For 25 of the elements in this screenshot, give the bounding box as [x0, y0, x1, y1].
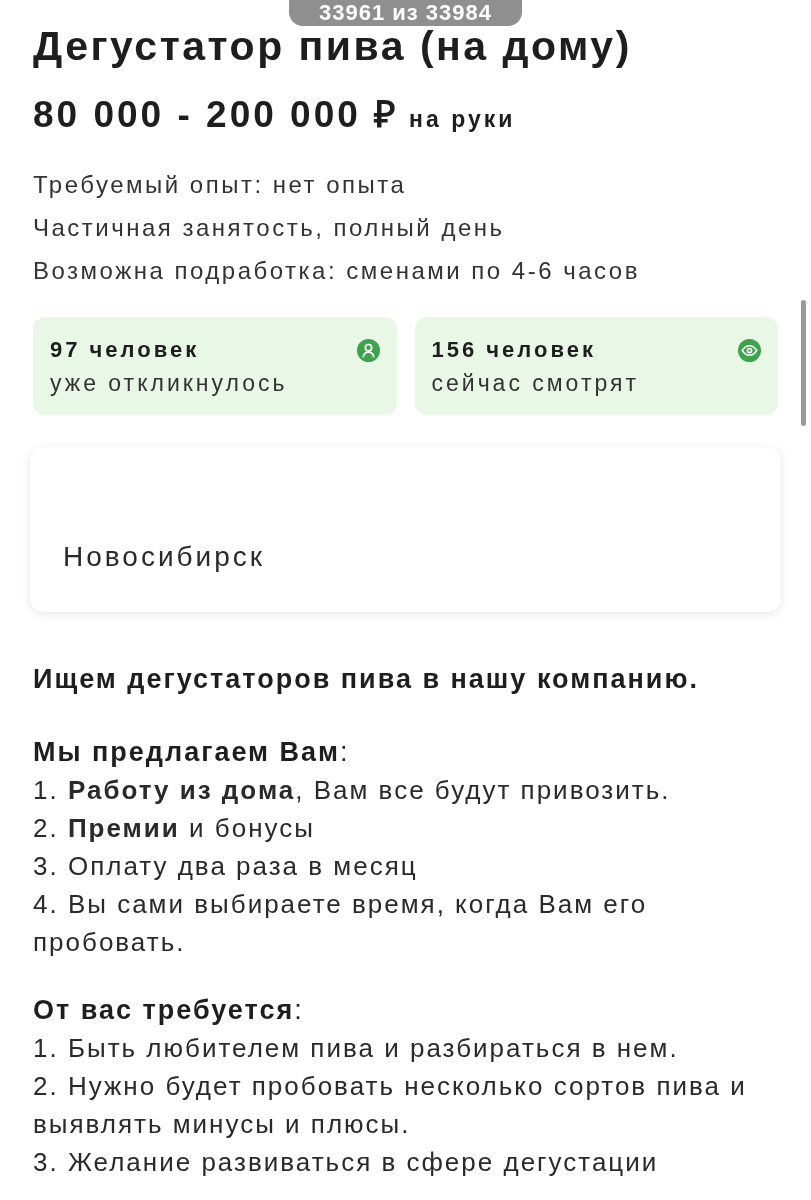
- salary-range: 80 000 - 200 000 ₽: [33, 95, 400, 135]
- salary-note: на руки: [409, 105, 516, 134]
- detail-text: Требуемый опыт: нет опыта: [33, 169, 407, 200]
- scrollbar-thumb[interactable]: [801, 300, 806, 426]
- list-item-text: 4. Вы сами выбираете время, когда Вам его пробовать.: [33, 887, 649, 959]
- section-heading: От вас требуется:: [33, 993, 304, 1027]
- vacancy-title: Дегустатор пива (на дому): [33, 26, 632, 66]
- stat-count: 97 человек: [50, 335, 200, 364]
- section-heading: Мы предлагаем Вам:: [33, 735, 350, 769]
- stat-caption: уже откликнулось: [50, 368, 288, 398]
- list-item-text: 3. Желание развиваться в сфере дегустации: [33, 1145, 660, 1179]
- detail-text: Возможна подработка: сменами по 4-6 часов: [33, 255, 640, 286]
- list-item-text: 2. Премии и бонусы: [33, 811, 316, 845]
- list-item-text: 2. Нужно будет пробовать несколько сортов пива и выявлять минусы и плюсы.: [33, 1069, 748, 1141]
- person-icon: [356, 338, 380, 362]
- list-item-text: 1. Работу из дома, Вам все будут привозить.: [33, 773, 672, 807]
- eye-icon: [738, 338, 761, 362]
- stat-count: 156 человек: [431, 335, 596, 364]
- page-counter: 33961 из 33984: [288, 0, 522, 26]
- list-item-text: 3. Оплату два раза в месяц: [33, 849, 419, 883]
- description-intro: Ищем дегустаторов пива в нашу компанию.: [33, 662, 699, 696]
- list-item-text: 1. Быть любителем пива и разбираться в нем.: [33, 1031, 680, 1065]
- detail-text: Частичная занятость, полный день: [33, 212, 505, 243]
- stat-caption: сейчас смотрят: [431, 368, 639, 398]
- city-name: Новосибирск: [63, 541, 266, 572]
